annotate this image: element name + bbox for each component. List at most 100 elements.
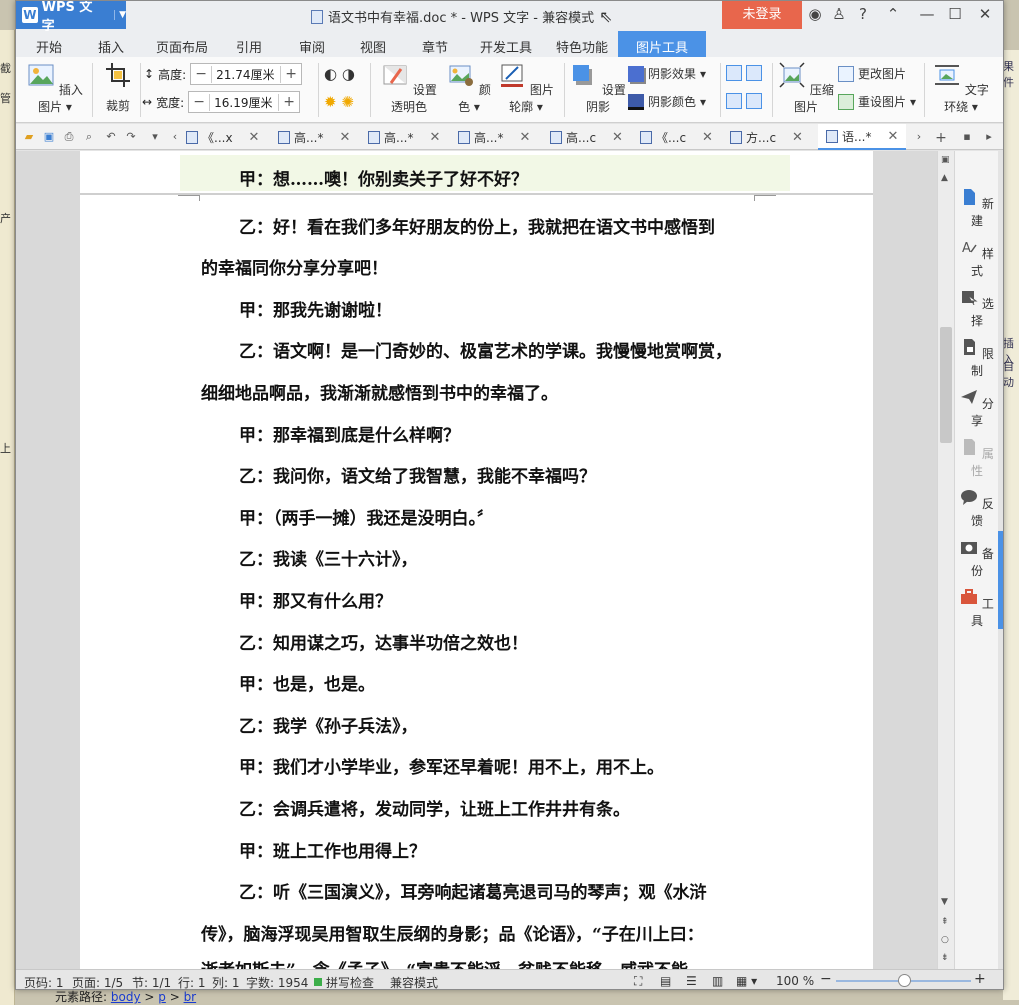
next-page-icon[interactable]: ⇟	[941, 953, 949, 963]
tab-scroll-left-icon[interactable]: ‹	[168, 130, 182, 144]
zoom-slider-handle[interactable]	[897, 974, 911, 987]
print-preview-icon[interactable]: ⌕	[82, 130, 96, 144]
taskpane-backup[interactable]: 备份	[955, 539, 999, 579]
open-icon[interactable]: ▰	[22, 130, 36, 144]
doc-tab[interactable]: 高...* ✕	[458, 124, 530, 150]
page-view-icon[interactable]: ▤	[660, 974, 671, 988]
full-screen-icon[interactable]: ⛶	[634, 974, 642, 989]
close-tab-icon[interactable]: ✕	[887, 129, 898, 144]
outline-view-icon[interactable]: ☰	[686, 974, 697, 988]
zoom-in-button[interactable]: +	[974, 971, 986, 987]
close-tab-icon[interactable]: ✕	[429, 130, 440, 145]
undo-icon[interactable]: ↶	[104, 130, 118, 144]
customize-dropdown-icon[interactable]: ▾	[148, 130, 162, 144]
taskpane-tools[interactable]: 工具	[955, 589, 999, 629]
login-button[interactable]: 未登录	[722, 1, 802, 29]
taskpane-style[interactable]: A 样式	[955, 239, 999, 279]
print-icon[interactable]: ⎙	[62, 130, 76, 144]
tab-references[interactable]: 引用	[236, 37, 262, 56]
set-transparent-color-button[interactable]: 设置透明色	[376, 61, 442, 115]
scroll-up-icon[interactable]: ▲	[941, 173, 948, 183]
element-path-link[interactable]: body	[111, 990, 141, 1004]
taskpane-select[interactable]: 选择	[955, 289, 999, 329]
tab-insert[interactable]: 插入	[98, 37, 124, 56]
status-page-number[interactable]: 页码: 1	[24, 974, 64, 989]
close-tab-icon[interactable]: ✕	[519, 130, 530, 145]
new-tab-icon[interactable]: +	[934, 130, 948, 146]
vertical-scrollbar[interactable]: ▣ ▲ ▼ ⇞ ○ ⇟	[937, 151, 954, 969]
arrange-back-button[interactable]	[726, 93, 762, 109]
doc-tab[interactable]: 《...c ✕	[640, 124, 713, 150]
brightness-button[interactable]: ✹ ✺	[324, 93, 354, 111]
width-input[interactable]: 16.19厘米	[209, 93, 280, 111]
collapse-ribbon-icon[interactable]: ⌃	[882, 5, 904, 23]
height-increase-button[interactable]: +	[281, 66, 301, 82]
contrast-button[interactable]: ◐ ◑	[324, 65, 355, 83]
minimize-button[interactable]: —	[916, 5, 938, 23]
element-path-link[interactable]: br	[184, 990, 197, 1004]
taskpane-share[interactable]: 分享	[955, 389, 999, 429]
shadow-effect-button[interactable]: 阴影效果 ▾	[628, 65, 706, 82]
skin-icon[interactable]: ◉	[804, 5, 826, 23]
status-word-count[interactable]: 字数: 1954	[246, 974, 308, 989]
tab-list-icon[interactable]: ▪	[960, 130, 974, 144]
shirt-icon[interactable]: ♙	[828, 5, 850, 23]
taskpane-restrict[interactable]: 限制	[955, 339, 999, 379]
set-shadow-button[interactable]: 设置阴影	[570, 61, 626, 115]
width-increase-button[interactable]: +	[279, 94, 299, 110]
split-icon[interactable]: ▣	[941, 155, 950, 165]
element-path-link[interactable]: p	[158, 990, 166, 1004]
reading-view-icon[interactable]: ▦ ▾	[736, 974, 757, 988]
tab-page-layout[interactable]: 页面布局	[156, 37, 208, 56]
tab-scroll-right-icon[interactable]: ›	[912, 130, 926, 144]
text-wrap-button[interactable]: 文字环绕 ▾	[930, 61, 992, 115]
height-input[interactable]: 21.74厘米	[211, 65, 282, 83]
browse-object-icon[interactable]: ○	[941, 935, 949, 945]
close-tab-icon[interactable]: ✕	[702, 130, 713, 145]
close-tab-icon[interactable]: ✕	[339, 130, 350, 145]
redo-icon[interactable]: ↷	[124, 130, 138, 144]
close-tab-icon[interactable]: ✕	[792, 130, 803, 145]
tab-home[interactable]: 开始	[36, 37, 62, 56]
compress-picture-button[interactable]: 压缩图片	[778, 61, 834, 115]
scroll-thumb[interactable]	[940, 327, 952, 443]
picture-outline-button[interactable]: 图片轮廓 ▾	[494, 61, 558, 115]
zoom-out-button[interactable]: −	[820, 971, 832, 987]
reset-picture-button[interactable]: 重设图片 ▾	[838, 93, 916, 110]
shadow-color-button[interactable]: 阴影颜色 ▾	[628, 93, 706, 110]
tab-chapter[interactable]: 章节	[422, 37, 448, 56]
web-view-icon[interactable]: ▥	[712, 974, 723, 988]
tab-developer[interactable]: 开发工具	[480, 37, 532, 56]
doc-tab[interactable]: 高...c ✕	[550, 124, 623, 150]
doc-tab-active[interactable]: 语...* ✕	[818, 124, 907, 150]
previous-page-icon[interactable]: ⇞	[941, 917, 949, 927]
height-decrease-button[interactable]: −	[191, 66, 211, 82]
taskpane-new[interactable]: 新建	[955, 189, 999, 229]
width-decrease-button[interactable]: −	[189, 94, 209, 110]
close-button[interactable]: ✕	[974, 5, 996, 23]
task-pane-toggle[interactable]	[998, 531, 1003, 629]
page[interactable]	[80, 151, 873, 969]
maximize-button[interactable]: ☐	[944, 5, 966, 23]
tab-picture-tools[interactable]: 图片工具	[618, 31, 707, 57]
tab-view[interactable]: 视图	[360, 37, 386, 56]
tab-menu-icon[interactable]: ▸	[982, 130, 996, 144]
tab-review[interactable]: 审阅	[299, 37, 325, 56]
insert-picture-button[interactable]: 插入图片 ▾	[24, 61, 86, 115]
doc-tab[interactable]: 高...* ✕	[278, 124, 350, 150]
taskpane-properties[interactable]: 属性	[955, 439, 999, 479]
doc-tab[interactable]: 《...x ✕	[186, 124, 259, 150]
doc-tab[interactable]: 方...c ✕	[730, 124, 803, 150]
close-tab-icon[interactable]: ✕	[249, 130, 260, 145]
status-spell-check[interactable]: 拼写检查	[326, 974, 374, 989]
app-menu-button[interactable]: W WPS 文字 ▼	[16, 1, 126, 34]
doc-tab[interactable]: 高...* ✕	[368, 124, 440, 150]
tab-features[interactable]: 特色功能	[556, 37, 608, 56]
color-button[interactable]: 颜色 ▾	[446, 61, 492, 115]
taskpane-feedback[interactable]: 反馈	[955, 489, 999, 529]
save-icon[interactable]: ▣	[42, 130, 56, 144]
scroll-down-icon[interactable]: ▼	[941, 897, 948, 907]
zoom-level[interactable]: 100 %	[776, 974, 814, 988]
arrange-front-button[interactable]	[726, 65, 762, 81]
close-tab-icon[interactable]: ✕	[612, 130, 623, 145]
